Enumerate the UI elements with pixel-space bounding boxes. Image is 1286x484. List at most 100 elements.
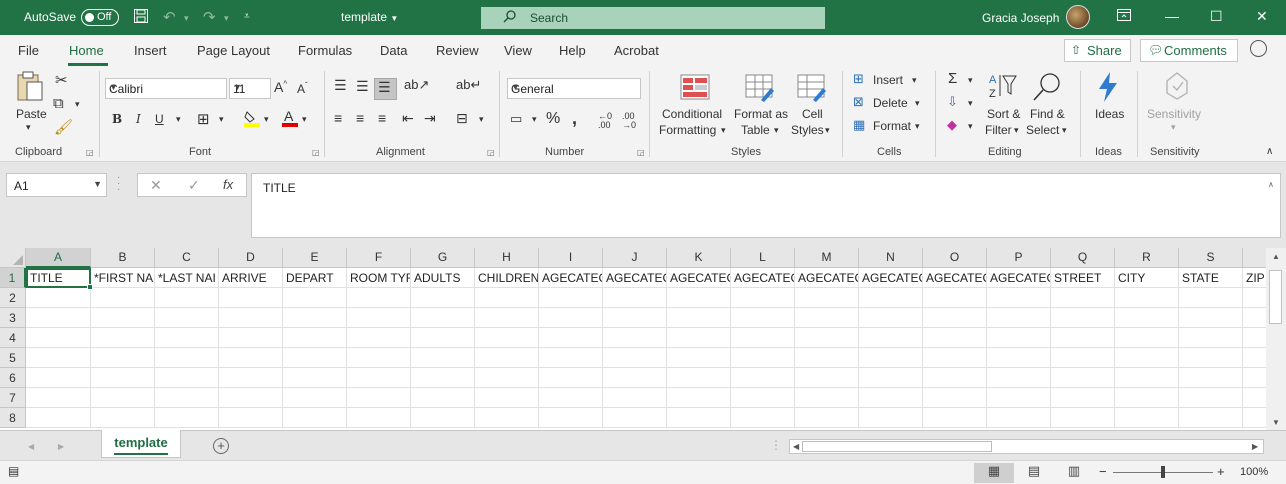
column-header-c[interactable]: C	[155, 248, 219, 268]
cell[interactable]	[347, 308, 411, 328]
cell[interactable]	[731, 388, 795, 408]
cell[interactable]	[1179, 388, 1243, 408]
cell[interactable]	[923, 288, 987, 308]
cell[interactable]: AGECATEC	[795, 268, 859, 288]
cell[interactable]	[1051, 368, 1115, 388]
cell[interactable]	[923, 408, 987, 428]
cell[interactable]	[26, 368, 91, 388]
cell-styles-icon[interactable]	[797, 74, 827, 106]
column-header-e[interactable]: E	[283, 248, 347, 268]
cell[interactable]	[795, 368, 859, 388]
merge-dropdown-icon[interactable]: ▾	[479, 114, 484, 125]
cell[interactable]	[91, 288, 155, 308]
borders-dropdown-icon[interactable]: ▾	[219, 114, 224, 125]
cell[interactable]	[219, 388, 283, 408]
fill-color-dropdown-icon[interactable]: ▾	[264, 114, 269, 125]
cut-icon[interactable]: ✂	[55, 71, 68, 89]
insert-function-icon[interactable]: fx	[223, 177, 233, 192]
cell[interactable]	[731, 348, 795, 368]
cell[interactable]	[795, 308, 859, 328]
scroll-left-icon[interactable]: ◀	[793, 442, 799, 451]
cell[interactable]	[219, 348, 283, 368]
cell[interactable]	[155, 408, 219, 428]
cell[interactable]	[987, 388, 1051, 408]
conditional-formatting-label-1[interactable]: Conditional	[662, 107, 722, 121]
formula-input[interactable]: TITLE ∧	[251, 173, 1281, 238]
cell[interactable]	[1115, 368, 1179, 388]
cell[interactable]: CHILDREN	[475, 268, 539, 288]
cell[interactable]	[1243, 368, 1266, 388]
zoom-in-icon[interactable]: +	[1217, 464, 1225, 479]
row-header-1[interactable]: 1	[0, 268, 26, 288]
cell[interactable]	[795, 408, 859, 428]
row-header-5[interactable]: 5	[0, 348, 26, 368]
cell[interactable]	[155, 348, 219, 368]
cell[interactable]	[859, 308, 923, 328]
cell[interactable]	[731, 308, 795, 328]
alignment-launcher-icon[interactable]: ◲	[487, 148, 495, 157]
zoom-slider-thumb[interactable]	[1161, 466, 1165, 478]
cell[interactable]	[91, 348, 155, 368]
delete-cells-label[interactable]: Delete	[873, 96, 908, 110]
column-header-d[interactable]: D	[219, 248, 283, 268]
cell[interactable]	[603, 408, 667, 428]
cell[interactable]	[1243, 288, 1266, 308]
orientation-icon[interactable]: ab↗	[404, 77, 429, 93]
cell[interactable]	[795, 348, 859, 368]
maximize-icon[interactable]: ☐	[1210, 8, 1223, 25]
cell[interactable]: STREET	[1051, 268, 1115, 288]
cell[interactable]	[26, 388, 91, 408]
row-header-7[interactable]: 7	[0, 388, 26, 408]
column-header-partial[interactable]	[1243, 248, 1266, 268]
cell[interactable]	[539, 328, 603, 348]
scroll-down-icon[interactable]: ▼	[1272, 418, 1280, 427]
cell[interactable]	[987, 308, 1051, 328]
find-select-label-1[interactable]: Find &	[1030, 107, 1065, 121]
cell[interactable]	[1051, 348, 1115, 368]
cell[interactable]	[475, 328, 539, 348]
cell[interactable]	[667, 308, 731, 328]
cell[interactable]: DEPART	[283, 268, 347, 288]
scroll-up-icon[interactable]: ▲	[1272, 252, 1280, 261]
cell[interactable]	[731, 288, 795, 308]
cell[interactable]	[475, 288, 539, 308]
cell[interactable]	[347, 368, 411, 388]
clear-dropdown-icon[interactable]: ▾	[968, 121, 973, 132]
cell[interactable]	[1179, 348, 1243, 368]
column-header-r[interactable]: R	[1115, 248, 1179, 268]
borders-icon[interactable]: ⊞	[197, 110, 210, 128]
cell[interactable]	[667, 408, 731, 428]
tab-formulas[interactable]: Formulas	[298, 43, 352, 58]
format-as-table-icon[interactable]	[745, 74, 775, 106]
horizontal-scrollbar[interactable]: ◀ ▶	[789, 439, 1264, 454]
zoom-out-icon[interactable]: −	[1099, 464, 1107, 479]
copy-dropdown-icon[interactable]: ▾	[75, 99, 80, 110]
number-format-select[interactable]: General ▼	[507, 78, 641, 99]
formula-bar-splitter-icon[interactable]: · · ·	[117, 173, 120, 195]
format-as-table-label-2[interactable]: Table	[741, 123, 770, 137]
row-header-2[interactable]: 2	[0, 288, 26, 308]
fill-handle[interactable]	[87, 284, 93, 290]
ribbon-display-options-icon[interactable]	[1117, 8, 1131, 24]
insert-dropdown-icon[interactable]: ▾	[912, 75, 917, 86]
cell[interactable]	[283, 348, 347, 368]
cell[interactable]: AGECATEC	[667, 268, 731, 288]
find-select-dropdown-icon[interactable]: ▾	[1062, 125, 1067, 136]
column-header-g[interactable]: G	[411, 248, 475, 268]
cell[interactable]	[475, 348, 539, 368]
cell[interactable]	[731, 368, 795, 388]
document-title[interactable]: template ▼	[341, 10, 398, 24]
cell[interactable]: ADULTS	[411, 268, 475, 288]
collapse-ribbon-icon[interactable]: ∧	[1266, 146, 1273, 157]
cell[interactable]	[859, 388, 923, 408]
cell-styles-label-1[interactable]: Cell	[802, 107, 823, 121]
sheet-tab-template[interactable]: template	[101, 430, 181, 458]
cell[interactable]	[1051, 408, 1115, 428]
clipboard-launcher-icon[interactable]: ◲	[86, 148, 94, 157]
cell[interactable]	[1115, 348, 1179, 368]
cell[interactable]	[1051, 288, 1115, 308]
cell[interactable]	[411, 308, 475, 328]
cell[interactable]	[1243, 328, 1266, 348]
cell[interactable]	[475, 408, 539, 428]
vertical-scrollbar[interactable]: ▲ ▼	[1266, 248, 1286, 430]
